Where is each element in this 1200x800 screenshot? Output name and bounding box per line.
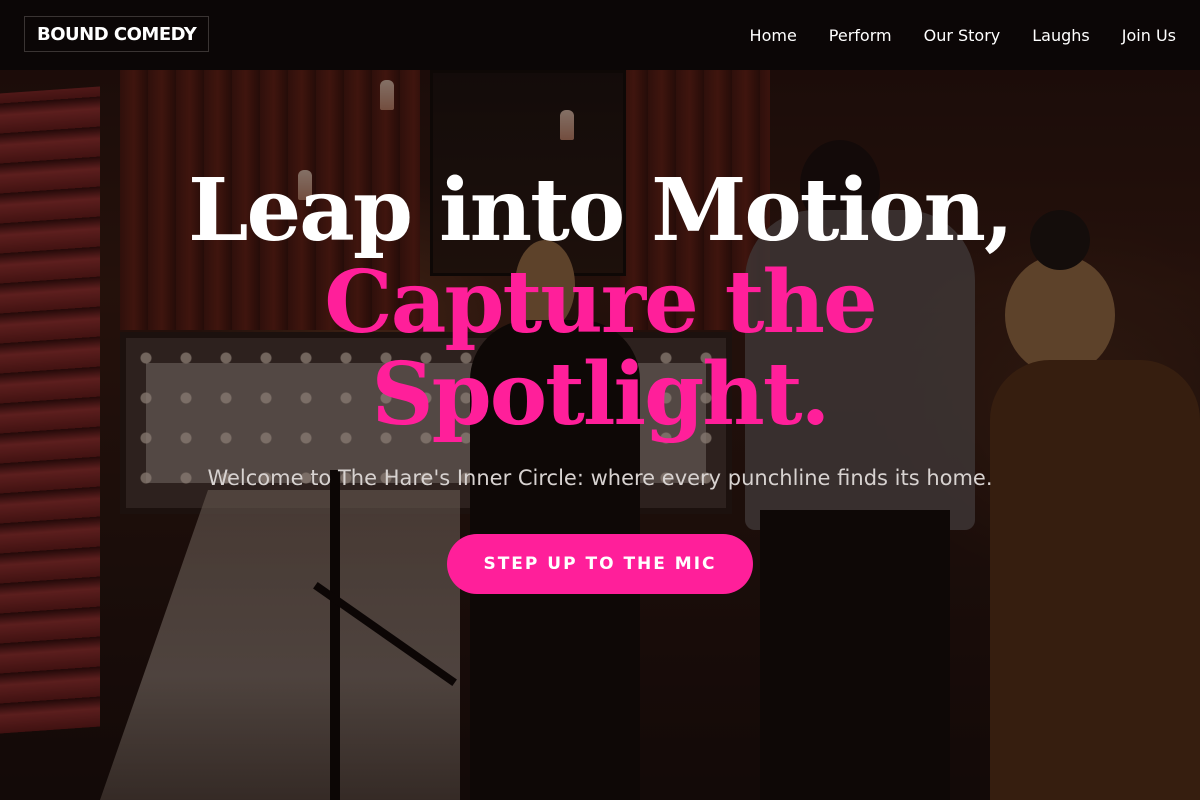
nav-link-join-us[interactable]: Join Us: [1122, 26, 1176, 45]
nav-link-laughs[interactable]: Laughs: [1032, 26, 1090, 45]
hero-headline: Leap into Motion, Capture the Spotlight.: [0, 165, 1200, 441]
hero-subtitle: Welcome to The Hare's Inner Circle: wher…: [207, 466, 993, 490]
hero-headline-line1: Leap into Motion,: [188, 160, 1014, 261]
hero-headline-accent: Capture the Spotlight.: [324, 252, 878, 445]
main-nav: Home Perform Our Story Laughs Join Us: [750, 0, 1176, 70]
brand-logo[interactable]: BOUND COMEDY: [24, 16, 210, 52]
nav-link-perform[interactable]: Perform: [829, 26, 892, 45]
landing-page: BOUND COMEDY Home Perform Our Story Laug…: [0, 0, 1200, 800]
nav-link-home[interactable]: Home: [750, 26, 797, 45]
hero-content: Leap into Motion, Capture the Spotlight.…: [0, 165, 1200, 594]
nav-link-our-story[interactable]: Our Story: [924, 26, 1001, 45]
top-navbar: BOUND COMEDY Home Perform Our Story Laug…: [0, 0, 1200, 70]
step-up-cta-button[interactable]: STEP UP TO THE MIC: [447, 534, 753, 594]
